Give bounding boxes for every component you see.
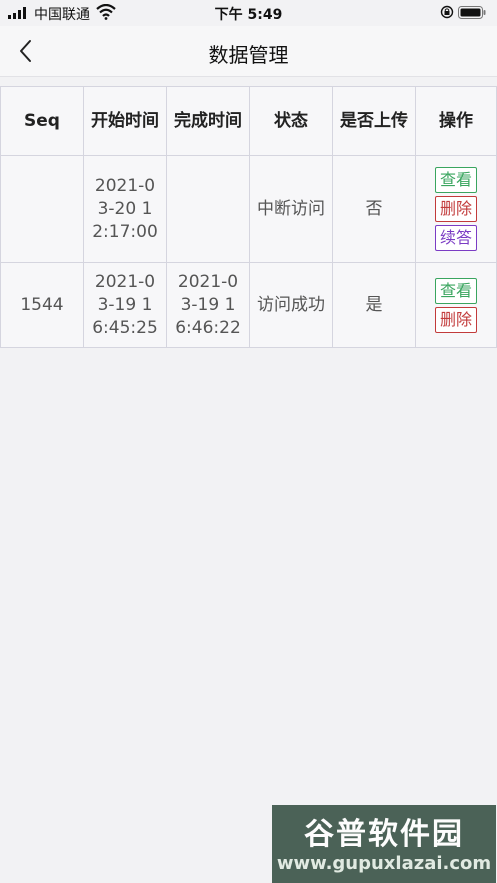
cell-start-time: 2021-03-19 16:45:25 <box>83 262 167 348</box>
table-row: 2021-03-20 12:17:00 中断访问 否 查看 删除 续答 <box>0 155 497 263</box>
battery-icon <box>458 6 486 19</box>
cell-uploaded: 是 <box>332 262 416 348</box>
watermark-logo: 谷普软件园 www.gupuxlazai.com <box>272 805 496 883</box>
nav-bar: 数据管理 <box>0 26 497 77</box>
view-button[interactable]: 查看 <box>434 277 477 304</box>
status-time: 下午 5:49 <box>214 7 283 23</box>
watermark-url: www.gupuxlazai.com <box>276 853 492 874</box>
data-table: Seq 开始时间 完成时间 状态 是否上传 操作 2021-03-20 12:1… <box>0 86 497 348</box>
page-title: 数据管理 <box>208 43 289 67</box>
delete-button[interactable]: 删除 <box>434 306 477 333</box>
header-status: 状态 <box>249 86 333 156</box>
cell-actions: 查看 删除 续答 <box>415 155 497 263</box>
header-uploaded: 是否上传 <box>332 86 416 156</box>
header-seq: Seq <box>0 86 84 156</box>
table-row: 1544 2021-03-19 16:45:25 2021-03-19 16:4… <box>0 262 497 348</box>
header-actions: 操作 <box>415 86 497 156</box>
view-button[interactable]: 查看 <box>434 167 477 193</box>
cell-status: 中断访问 <box>249 155 333 263</box>
header-end-time: 完成时间 <box>166 86 250 156</box>
cell-end-time <box>166 155 250 263</box>
watermark-title: 谷普软件园 <box>304 817 464 852</box>
table-header-row: Seq 开始时间 完成时间 状态 是否上传 操作 <box>0 86 497 156</box>
cell-actions: 查看 删除 <box>415 262 497 348</box>
cell-uploaded: 否 <box>332 155 416 263</box>
continue-answer-button[interactable]: 续答 <box>434 225 477 251</box>
cell-end-time: 2021-03-19 16:46:22 <box>166 262 250 348</box>
data-table-container: Seq 开始时间 完成时间 状态 是否上传 操作 2021-03-20 12:1… <box>0 86 497 348</box>
cell-start-time: 2021-03-20 12:17:00 <box>83 155 167 263</box>
header-start-time: 开始时间 <box>83 86 167 156</box>
status-bar: 中国联通 下午 5:49 <box>0 0 497 26</box>
cell-seq: 1544 <box>0 262 84 348</box>
rotation-lock-icon <box>440 5 454 19</box>
cell-status: 访问成功 <box>249 262 333 348</box>
cell-seq <box>0 155 84 263</box>
delete-button[interactable]: 删除 <box>434 196 477 222</box>
